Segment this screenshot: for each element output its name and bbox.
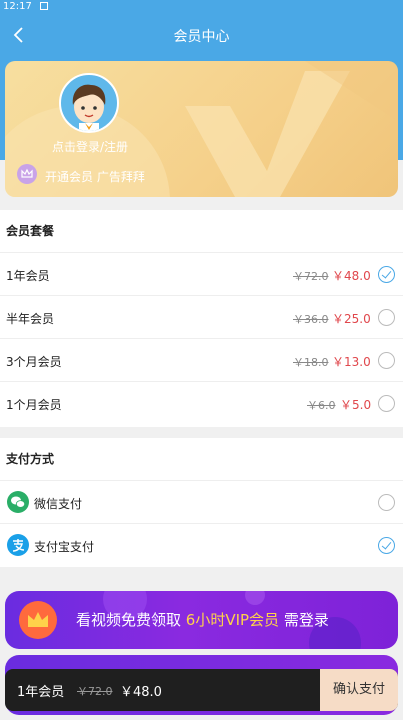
- app-bar: 会员中心: [0, 14, 403, 56]
- plan-name: 1个月会员: [6, 398, 62, 412]
- checkout-bar: 1年会员 ￥72.0 ￥48.0 确认支付: [5, 669, 398, 711]
- status-time: 12:17: [3, 1, 32, 12]
- payment-section: 支付方式 微信支付 支付宝支付: [0, 438, 403, 567]
- checkout-plan-name: 1年会员: [17, 685, 65, 700]
- avatar-boy-icon: [72, 84, 106, 131]
- plan-price: ￥13.0: [332, 355, 371, 369]
- banner-text: 看视频免费领取 6小时VIP会员 需登录: [76, 609, 329, 630]
- plan-row-3months[interactable]: 3个月会员 ￥18.0 ￥13.0: [0, 339, 403, 382]
- payment-name: 微信支付: [34, 497, 83, 511]
- payment-section-title: 支付方式: [0, 438, 403, 481]
- status-bar: 12:17: [0, 0, 403, 14]
- checkout-old-price: ￥72.0: [77, 685, 113, 698]
- wechat-icon: [7, 491, 29, 513]
- plan-radio-checked[interactable]: [378, 266, 395, 283]
- payment-radio-checked[interactable]: [378, 537, 395, 554]
- checkout-price: ￥48.0: [120, 685, 162, 700]
- plan-old-price: ￥36.0: [293, 313, 329, 326]
- payment-row-wechat[interactable]: 微信支付: [0, 481, 403, 524]
- free-vip-banner[interactable]: 看视频免费领取 6小时VIP会员 需登录: [5, 591, 398, 649]
- plan-name: 1年会员: [6, 269, 50, 283]
- avatar[interactable]: [59, 73, 119, 133]
- payment-row-alipay[interactable]: 支付宝支付: [0, 524, 403, 567]
- plan-row-1year[interactable]: 1年会员 ￥72.0 ￥48.0: [0, 253, 403, 296]
- alipay-icon: [7, 534, 29, 556]
- plan-old-price: ￥18.0: [293, 356, 329, 369]
- plan-old-price: ￥72.0: [293, 270, 329, 283]
- vip-crown-icon: [17, 164, 37, 184]
- vip-promo-text: 开通会员 广告拜拜: [45, 170, 145, 184]
- plan-row-halfyear[interactable]: 半年会员 ￥36.0 ￥25.0: [0, 296, 403, 339]
- plan-radio[interactable]: [378, 395, 395, 412]
- plan-name: 3个月会员: [6, 355, 62, 369]
- plan-name: 半年会员: [6, 312, 55, 326]
- plan-price: ￥5.0: [340, 398, 372, 412]
- plan-radio[interactable]: [378, 352, 395, 369]
- banner-text-prefix: 看视频免费领取: [76, 611, 186, 629]
- banner-highlight: 6小时VIP会员: [185, 611, 280, 629]
- plan-price: ￥48.0: [332, 269, 371, 283]
- payment-radio[interactable]: [378, 494, 395, 511]
- plan-row-1month[interactable]: 1个月会员 ￥6.0 ￥5.0: [0, 382, 403, 425]
- crown-icon: [19, 601, 57, 639]
- payment-name: 支付宝支付: [34, 540, 95, 554]
- plans-section: 会员套餐 1年会员 ￥72.0 ￥48.0 半年会员 ￥36.0 ￥25.0 3…: [0, 210, 403, 427]
- profile-card: 点击登录/注册 开通会员 广告拜拜: [5, 61, 398, 197]
- confirm-pay-button[interactable]: 确认支付: [320, 669, 398, 711]
- plan-price: ￥25.0: [332, 312, 371, 326]
- notification-icon: [39, 2, 48, 10]
- plan-radio[interactable]: [378, 309, 395, 326]
- plan-old-price: ￥6.0: [307, 399, 336, 412]
- plans-section-title: 会员套餐: [0, 210, 403, 253]
- banner-text-suffix: 需登录: [279, 611, 329, 629]
- login-register-link[interactable]: 点击登录/注册: [45, 138, 135, 155]
- page-title: 会员中心: [173, 29, 230, 45]
